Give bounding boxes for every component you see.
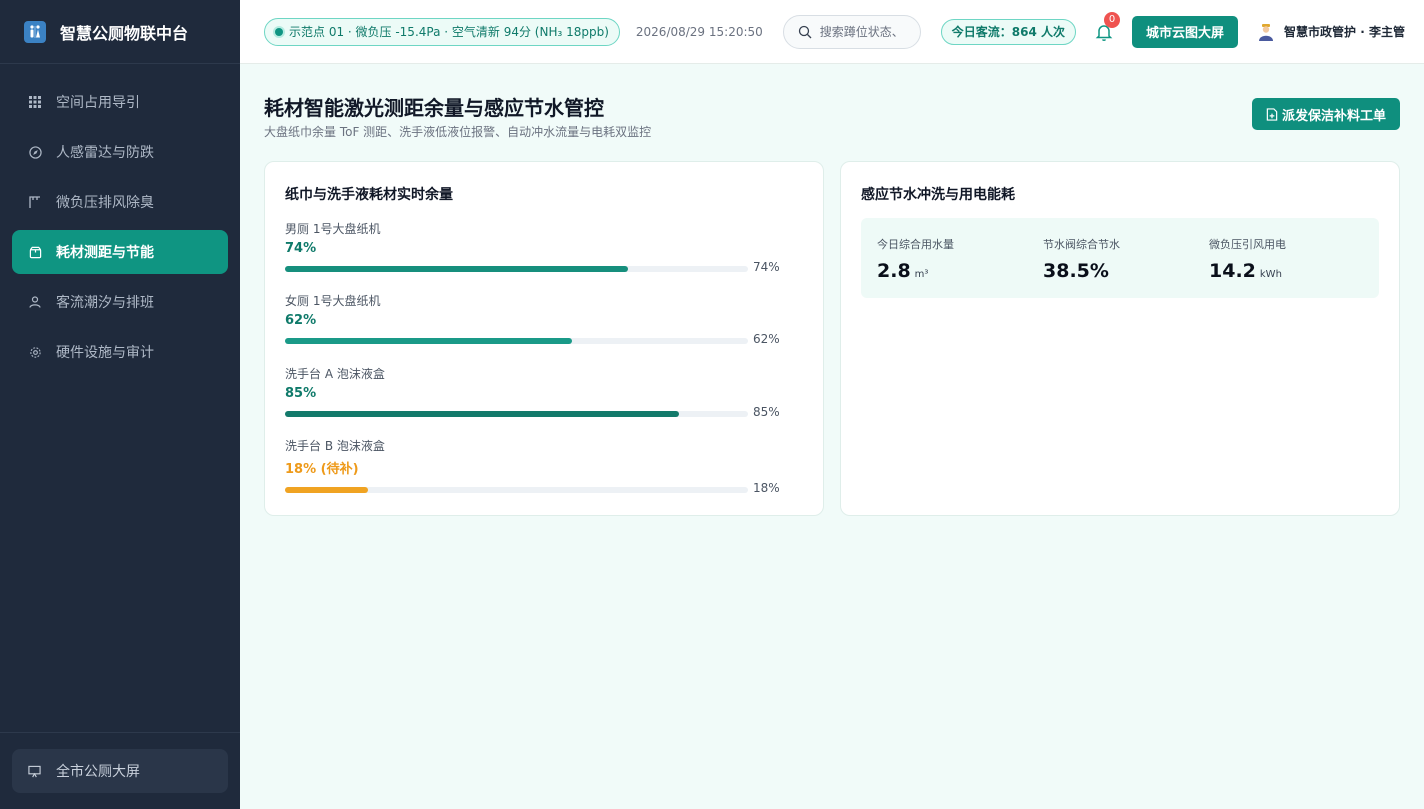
page-subtitle: 大盘纸巾余量 ToF 测距、洗手液低液位报警、自动冲水流量与电耗双监控	[264, 125, 652, 139]
site-status-text: 示范点 01 · 微负压 -15.4Pa · 空气清新 94分 (NH₃ 18p…	[289, 25, 609, 39]
metric-value: 38.5%	[1043, 260, 1109, 282]
metric-label: 今日综合用水量	[877, 238, 954, 251]
energy-metrics-panel: 今日综合用水量 2.8 m³ 节水阀综合节水 38.5% 微负压引风用电 14.2…	[861, 218, 1379, 298]
level-bar-fill	[285, 266, 628, 272]
sidebar-item-label: 客流潮汐与排班	[56, 295, 154, 311]
metric-water-usage: 今日综合用水量 2.8 m³	[877, 236, 954, 282]
package-icon	[28, 245, 42, 259]
dispatch-work-order-button[interactable]: 派发保洁补料工单	[1251, 98, 1400, 130]
city-bigscreen-label: 全市公厕大屏	[56, 764, 140, 780]
consumables-card: 纸巾与洗手液耗材实时余量 男厕 1号大盘纸机 74% 74% 女厕 1号大盘纸机…	[264, 161, 824, 516]
notification-badge: 0	[1104, 11, 1121, 28]
sidebar-nav: 空间占用导引 人感雷达与防跌 微负压排风除臭 耗材测距与节能 客流潮汐与排班 硬…	[0, 64, 240, 374]
energy-card-title: 感应节水冲洗与用电能耗	[861, 187, 1015, 203]
search-input[interactable]	[819, 24, 916, 39]
metric-value: 2.8	[877, 260, 911, 282]
brand[interactable]: 智慧公厕物联中台	[0, 0, 240, 64]
consumable-name: 洗手台 B 泡沫液盒	[285, 439, 385, 453]
notification-button[interactable]: 0	[1094, 11, 1121, 42]
level-percent: 85%	[753, 405, 780, 419]
level-bar-fill	[285, 487, 369, 493]
consumable-value: 62%	[285, 313, 317, 328]
restroom-icon	[24, 20, 46, 43]
app-title: 智慧公厕物联中台	[60, 23, 189, 43]
level-bar	[285, 338, 748, 344]
sidebar-item-label: 人感雷达与防跌	[56, 145, 154, 161]
energy-card: 感应节水冲洗与用电能耗 今日综合用水量 2.8 m³ 节水阀综合节水 38.5% …	[840, 161, 1400, 516]
sidebar-item-label: 微负压排风除臭	[56, 195, 154, 211]
sidebar: 智慧公厕物联中台 空间占用导引 人感雷达与防跌 微负压排风除臭 耗材测距与节能 …	[0, 0, 240, 809]
sidebar-item-radar[interactable]: 人感雷达与防跌	[12, 130, 228, 174]
level-bar-fill	[285, 338, 573, 344]
consumable-name: 女厕 1号大盘纸机	[285, 294, 381, 308]
metric-value: 14.2	[1209, 260, 1256, 282]
city-bigscreen-link[interactable]: 全市公厕大屏	[12, 749, 228, 793]
dispatch-label: 派发保洁补料工单	[1281, 108, 1386, 124]
fan-icon	[28, 195, 42, 209]
level-percent: 18%	[753, 481, 780, 495]
level-percent: 74%	[753, 260, 780, 274]
search-box[interactable]	[782, 14, 921, 49]
metric-unit: kWh	[1259, 269, 1282, 280]
daily-traffic-badge: 今日客流：864 人次	[940, 18, 1077, 45]
grid-icon	[28, 95, 42, 109]
screen-icon	[28, 764, 42, 778]
sidebar-item-label: 耗材测距与节能	[56, 245, 154, 261]
sidebar-item-traffic[interactable]: 客流潮汐与排班	[12, 280, 228, 324]
gear-icon	[28, 345, 42, 359]
user-name: 智慧市政管护 · 李主管	[1284, 25, 1405, 39]
consumable-value: 18% (待补)	[285, 462, 359, 477]
metric-label: 节水阀综合节水	[1043, 238, 1120, 251]
sidebar-item-space-occupancy[interactable]: 空间占用导引	[12, 80, 228, 124]
consumable-value: 74%	[285, 241, 317, 256]
current-datetime: 2026/08/29 15:20:50	[635, 24, 763, 39]
level-percent: 62%	[753, 332, 780, 346]
page-title: 耗材智能激光测距余量与感应节水管控	[264, 96, 604, 120]
consumable-item: 男厕 1号大盘纸机 74% 74%	[285, 220, 785, 276]
level-bar-fill	[285, 411, 679, 417]
level-bar	[285, 487, 748, 493]
sidebar-item-label: 硬件设施与审计	[56, 345, 154, 361]
consumable-item: 女厕 1号大盘纸机 62% 62%	[285, 292, 785, 348]
avatar	[1259, 23, 1274, 41]
level-bar	[285, 266, 748, 272]
consumable-item: 洗手台 A 泡沫液盒 85% 85%	[285, 365, 785, 421]
sidebar-item-ventilation[interactable]: 微负压排风除臭	[12, 180, 228, 224]
sidebar-footer: 全市公厕大屏	[0, 732, 240, 809]
status-dot-icon	[275, 27, 283, 36]
level-bar	[285, 411, 748, 417]
consumable-name: 洗手台 A 泡沫液盒	[285, 367, 385, 381]
metric-unit: m³	[914, 269, 929, 280]
metric-water-saving: 节水阀综合节水 38.5%	[1043, 236, 1120, 282]
document-add-icon	[1266, 107, 1278, 121]
compass-icon	[28, 145, 42, 159]
top-header: 示范点 01 · 微负压 -15.4Pa · 空气清新 94分 (NH₃ 18p…	[240, 0, 1424, 64]
site-status-badge: 示范点 01 · 微负压 -15.4Pa · 空气清新 94分 (NH₃ 18p…	[264, 17, 620, 46]
search-icon	[798, 25, 812, 38]
consumables-card-title: 纸巾与洗手液耗材实时余量	[285, 187, 453, 203]
city-cloud-screen-button[interactable]: 城市云图大屏	[1132, 15, 1239, 48]
sidebar-item-consumables[interactable]: 耗材测距与节能	[12, 230, 228, 274]
sidebar-item-hardware[interactable]: 硬件设施与审计	[12, 330, 228, 374]
consumable-item: 洗手台 B 泡沫液盒 18% (待补) 18%	[285, 437, 785, 497]
sidebar-item-label: 空间占用导引	[56, 95, 140, 111]
user-menu[interactable]: 智慧市政管护 · 李主管	[1256, 22, 1405, 42]
consumable-name: 男厕 1号大盘纸机	[285, 222, 381, 236]
metric-label: 微负压引风用电	[1209, 238, 1286, 251]
metric-fan-power: 微负压引风用电 14.2 kWh	[1209, 236, 1286, 282]
user-icon	[28, 295, 42, 309]
consumable-value: 85%	[285, 386, 317, 401]
